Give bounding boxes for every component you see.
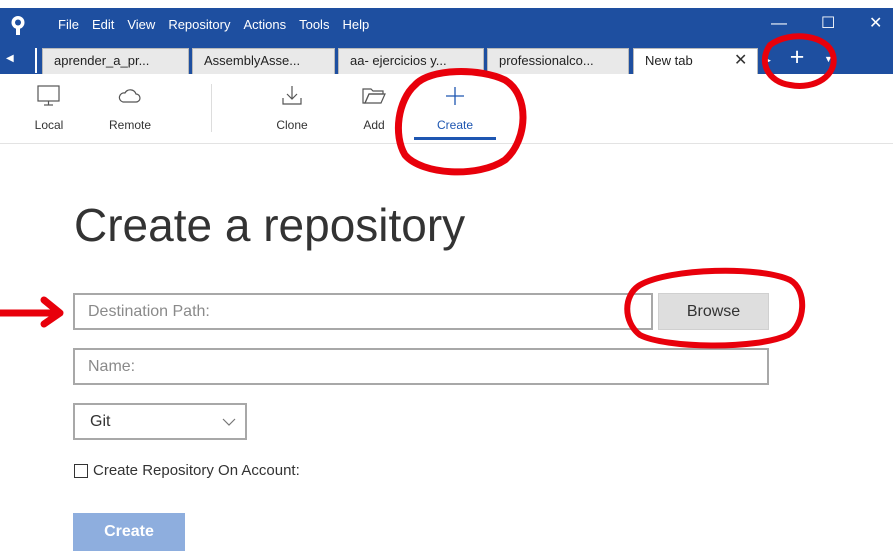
add-button[interactable]: Add bbox=[346, 74, 402, 140]
local-button[interactable]: Local bbox=[18, 74, 80, 140]
folder-open-icon bbox=[362, 88, 386, 104]
menu-help[interactable]: Help bbox=[342, 17, 369, 33]
tab-close-icon[interactable]: ✕ bbox=[734, 51, 747, 71]
toolbar: Local Remote Clone Add Create bbox=[0, 74, 893, 144]
plus-icon bbox=[446, 87, 464, 105]
name-field[interactable] bbox=[73, 348, 769, 385]
tab-divider bbox=[35, 48, 37, 73]
repo-type-value: Git bbox=[90, 413, 111, 430]
sourcetree-logo-icon bbox=[11, 16, 25, 35]
destination-path-input[interactable] bbox=[88, 295, 651, 328]
selected-tab-indicator bbox=[414, 137, 496, 140]
local-label: Local bbox=[34, 118, 64, 132]
tab-label: aprender_a_pr... bbox=[54, 53, 150, 68]
menu-view[interactable]: View bbox=[127, 17, 155, 33]
remote-label: Remote bbox=[108, 118, 152, 132]
tab-label: New tab bbox=[645, 53, 693, 68]
annotation-arrow-head bbox=[40, 296, 64, 328]
chevron-down-icon bbox=[222, 418, 236, 426]
download-icon bbox=[282, 86, 302, 105]
create-toolbar-button[interactable]: Create bbox=[414, 74, 496, 140]
create-on-account-label: Create Repository On Account: bbox=[93, 462, 300, 479]
clone-button[interactable]: Clone bbox=[262, 74, 322, 140]
tab-label: AssemblyAsse... bbox=[204, 53, 301, 68]
repo-type-select[interactable]: Git bbox=[73, 403, 247, 440]
close-window-button[interactable]: ✕ bbox=[869, 16, 882, 32]
tab-ejercicios[interactable]: aa- ejercicios y... bbox=[338, 48, 484, 74]
menubar: File Edit View Repository Actions Tools … bbox=[58, 17, 382, 33]
create-on-account-checkbox[interactable] bbox=[74, 463, 88, 478]
tab-assembly[interactable]: AssemblyAsse... bbox=[192, 48, 335, 74]
destination-path-field[interactable] bbox=[73, 293, 653, 330]
create-toolbar-label: Create bbox=[436, 118, 474, 132]
tab-aprender[interactable]: aprender_a_pr... bbox=[42, 48, 189, 74]
remote-button[interactable]: Remote bbox=[97, 74, 163, 140]
cloud-icon bbox=[118, 89, 141, 103]
clone-label: Clone bbox=[276, 118, 308, 132]
menu-repository[interactable]: Repository bbox=[168, 17, 230, 33]
title-bar: File Edit View Repository Actions Tools … bbox=[0, 8, 893, 41]
tab-scroll-left-icon[interactable]: ◀ bbox=[6, 47, 30, 71]
browse-button[interactable]: Browse bbox=[658, 293, 769, 330]
monitor-icon bbox=[37, 85, 60, 106]
menu-tools[interactable]: Tools bbox=[299, 17, 329, 33]
tab-list-dropdown-icon[interactable]: ▼ bbox=[824, 54, 833, 64]
menu-file[interactable]: File bbox=[58, 17, 79, 33]
add-label: Add bbox=[363, 118, 385, 132]
name-input[interactable] bbox=[88, 350, 767, 383]
page-title: Create a repository bbox=[74, 199, 466, 251]
create-on-account-row: Create Repository On Account: bbox=[74, 462, 300, 479]
menu-edit[interactable]: Edit bbox=[92, 17, 114, 33]
create-button[interactable]: Create bbox=[73, 513, 185, 551]
minimize-button[interactable]: — bbox=[771, 16, 787, 32]
tab-strip: ◀ aprender_a_pr... AssemblyAsse... aa- e… bbox=[0, 41, 893, 75]
new-tab-button[interactable]: + bbox=[782, 45, 812, 71]
tab-label: aa- ejercicios y... bbox=[350, 53, 447, 68]
menu-actions[interactable]: Actions bbox=[243, 17, 286, 33]
tab-professional[interactable]: professionalco... bbox=[487, 48, 629, 74]
maximize-button[interactable]: ☐ bbox=[821, 16, 835, 32]
toolbar-separator bbox=[211, 84, 212, 132]
app-window: File Edit View Repository Actions Tools … bbox=[0, 0, 893, 556]
tab-label: professionalco... bbox=[499, 53, 594, 68]
tab-scroll-right-icon[interactable]: ▶ bbox=[764, 55, 771, 66]
